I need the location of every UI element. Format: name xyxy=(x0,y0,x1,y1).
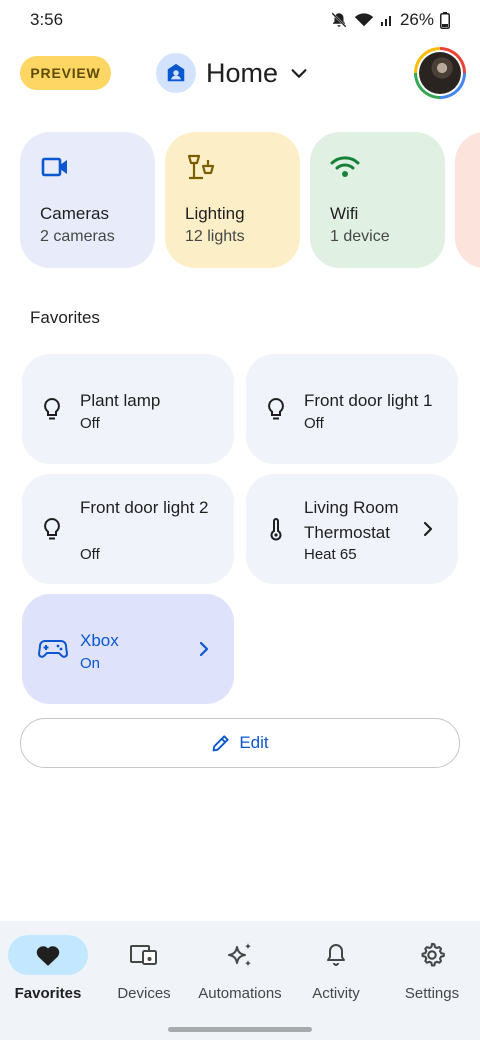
tile-name: Front door light 1 xyxy=(304,391,433,410)
favorite-tile-plant-lamp[interactable]: Plant lamp Off xyxy=(22,354,234,464)
lamp-icon xyxy=(187,154,215,180)
category-title: Lighting xyxy=(185,204,245,223)
tile-state: Off xyxy=(304,415,324,432)
videocam-icon xyxy=(41,157,67,177)
tile-state: Heat 65 xyxy=(304,546,357,563)
tile-name: Plant lamp xyxy=(80,391,161,410)
nav-label: Automations xyxy=(198,985,282,1002)
avatar-photo xyxy=(419,52,461,94)
nav-label: Devices xyxy=(117,985,171,1002)
status-bar: 3:56 26% xyxy=(0,0,480,40)
category-card-cameras[interactable]: Cameras 2 cameras xyxy=(20,132,155,268)
favorites-section-title: Favorites xyxy=(30,308,100,327)
tile-state: Off xyxy=(80,415,100,432)
lightbulb-icon xyxy=(268,397,284,420)
chevron-right-icon xyxy=(423,521,433,537)
favorite-tile-front-door-light-1[interactable]: Front door light 1 Off xyxy=(246,354,458,464)
category-title: Cameras xyxy=(40,204,109,223)
status-time: 3:56 xyxy=(30,10,64,29)
tile-name: Front door light 2 xyxy=(80,498,209,517)
thermometer-icon xyxy=(270,518,282,541)
heart-icon xyxy=(36,946,60,966)
category-card-wifi[interactable]: Wifi 1 device xyxy=(310,132,445,268)
mute-icon xyxy=(331,12,347,28)
bottom-navigation: Favorites Devices Automations Activity S… xyxy=(0,921,480,1040)
lightbulb-icon xyxy=(44,517,60,540)
nav-devices[interactable]: Devices xyxy=(96,935,192,1015)
category-carousel[interactable]: Cameras 2 cameras Lighting 12 lights Wif… xyxy=(20,132,480,268)
chevron-down-icon xyxy=(291,69,307,78)
nav-automations[interactable]: Automations xyxy=(192,935,288,1015)
category-card-partial[interactable] xyxy=(455,132,480,268)
favorite-tile-front-door-light-2[interactable]: Front door light 2 Off xyxy=(22,474,234,584)
tile-name: Living Room Thermostat xyxy=(304,498,399,542)
tile-state: On xyxy=(80,655,101,672)
app-header: PREVIEW Home xyxy=(0,44,480,104)
account-avatar[interactable] xyxy=(414,47,466,99)
category-subtitle: 2 cameras xyxy=(40,228,115,245)
category-subtitle: 1 device xyxy=(330,228,390,245)
nav-label: Settings xyxy=(404,985,460,1002)
home-icon xyxy=(156,53,196,93)
nav-favorites[interactable]: Favorites xyxy=(0,935,96,1015)
bell-icon xyxy=(327,944,345,966)
nav-settings[interactable]: Settings xyxy=(384,935,480,1015)
favorite-tile-thermostat[interactable]: Living Room Thermostat Heat 65 xyxy=(246,474,458,584)
sparkle-icon xyxy=(228,943,251,967)
battery-level: 26% xyxy=(399,10,434,29)
battery-icon xyxy=(440,11,450,29)
favorite-tile-xbox[interactable]: Xbox On xyxy=(22,594,234,704)
lightbulb-icon xyxy=(44,397,60,420)
nav-label: Activity xyxy=(312,985,360,1002)
gamepad-icon xyxy=(38,640,68,658)
wifi-status-icon xyxy=(354,13,374,27)
devices-icon xyxy=(130,945,157,965)
category-card-lighting[interactable]: Lighting 12 lights xyxy=(165,132,300,268)
category-title: Wifi xyxy=(330,204,359,223)
home-switcher[interactable]: Home xyxy=(156,52,310,94)
tile-state: Off xyxy=(80,546,100,563)
chevron-right-icon xyxy=(199,641,209,657)
wifi-icon xyxy=(330,156,360,177)
signal-icon xyxy=(380,16,391,26)
status-icons: 26% xyxy=(330,10,450,30)
home-title: Home xyxy=(206,57,279,88)
nav-label: Favorites xyxy=(14,985,82,1002)
nav-activity[interactable]: Activity xyxy=(288,935,384,1015)
gear-icon xyxy=(421,942,445,967)
gesture-handle[interactable] xyxy=(168,1027,312,1032)
preview-badge[interactable]: PREVIEW xyxy=(20,56,111,90)
edit-favorites-button[interactable]: Edit xyxy=(20,718,460,768)
edit-label: Edit xyxy=(239,733,269,752)
category-subtitle: 12 lights xyxy=(185,228,245,245)
pencil-icon xyxy=(212,735,229,752)
